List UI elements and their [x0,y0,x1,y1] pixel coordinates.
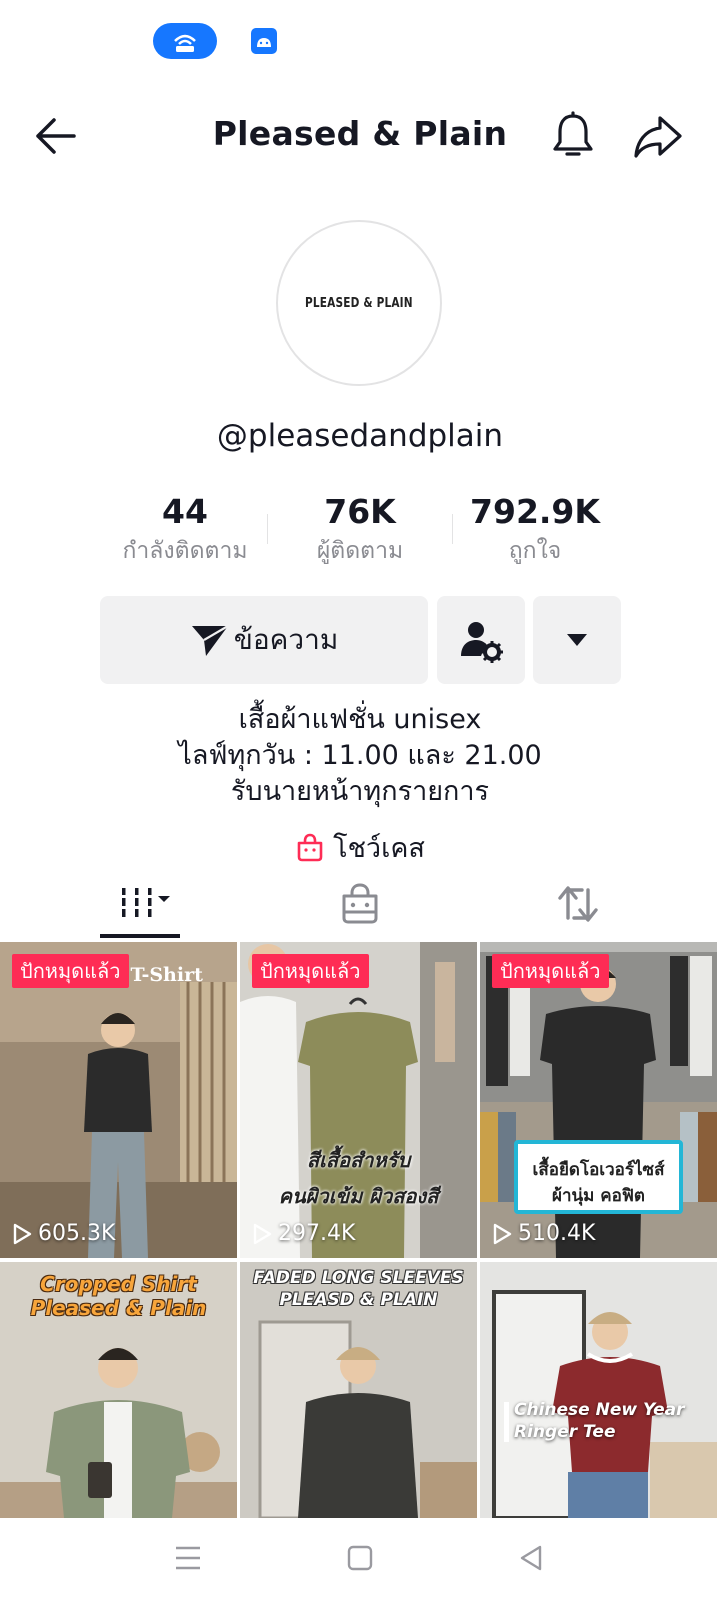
pinned-badge: ปักหมุดแล้ว [252,954,369,988]
username: @pleasedandplain [216,418,504,454]
share-arrow-icon [634,116,682,158]
view-count: 510.4K [492,1221,595,1246]
video-caption: Cropped Shirt [40,1272,197,1296]
video-thumbnail[interactable]: เสื้อยืดโอเวอร์ไซส์ ผ้านุ่ม คอฟิต ปักหมุ… [480,942,717,1258]
video-caption: Pleased & Plain [30,1296,207,1320]
pinned-badge: ปักหมุดแล้ว [492,954,609,988]
video-thumbnail[interactable]: Cropped Shirt Pleased & Plain [0,1262,237,1518]
tab-shop[interactable] [330,878,390,930]
hotspot-indicator-icon [153,23,217,59]
more-dropdown-button[interactable] [533,596,621,684]
view-count-value: 605.3K [38,1221,116,1246]
tab-videos[interactable] [110,878,180,930]
video-caption: Chinese New Year [514,1400,685,1420]
bio-line: ไลฟ์ทุกวัน : 11.00 และ 21.00 [178,740,542,771]
bio-line: เสื้อผ้าแฟชั่น unisex [238,704,482,735]
stat-divider [267,514,268,544]
message-button-label: ข้อความ [233,623,339,656]
tab-active-indicator [100,934,180,938]
play-icon [253,1223,272,1244]
video-caption: สีเสื้อสำหรับ [306,1148,411,1172]
stat-following[interactable]: 44 กำลังติดตาม [100,490,270,568]
video-caption: ผ้านุ่ม คอฟิต [552,1186,645,1206]
page-title: Pleased & Plain [212,114,508,153]
share-button[interactable] [632,112,684,160]
message-button[interactable]: ข้อความ [100,596,428,684]
avatar[interactable]: PLEASED & PLAIN [276,220,442,386]
video-thumbnail[interactable]: Cropped T-Shirt ปักหมุดแล้ว 605.3K [0,942,237,1258]
triangle-down-icon [567,634,587,646]
home-icon[interactable] [346,1544,374,1572]
system-nav-bar [0,1518,720,1604]
followers-count: 76K [324,492,396,531]
status-bar [0,0,720,84]
likes-label: ถูกใจ [508,538,562,564]
repost-icon [558,886,598,922]
likes-count: 792.9K [470,492,600,531]
tab-reposts[interactable] [548,878,608,930]
notification-button[interactable] [548,110,598,162]
send-icon [191,625,229,656]
play-icon [13,1223,32,1244]
pinned-badge: ปักหมุดแล้ว [12,954,129,988]
followers-label: ผู้ติดตาม [316,538,404,564]
caption-bar [504,1402,509,1442]
play-icon [493,1223,512,1244]
video-thumbnail[interactable]: สีเสื้อสำหรับ คนผิวเข้ม ผิวสองสี ปักหมุด… [240,942,477,1258]
grid-columns-icon [122,888,170,917]
top-bar: Pleased & Plain [0,100,720,172]
video-caption: PLEASD & PLAIN [279,1290,438,1310]
profile-tabs [0,868,720,940]
video-caption: เสื้อยืดโอเวอร์ไซส์ [532,1160,665,1180]
video-thumbnail[interactable]: FADED LONG SLEEVES PLEASD & PLAIN [240,1262,477,1518]
video-thumbnail[interactable]: Chinese New Year Ringer Tee [480,1262,717,1518]
video-thumbnail-image [480,1262,717,1518]
avatar-logo-text: PLEASED & PLAIN [305,295,413,311]
bio-line: รับนายหน้าทุกรายการ [230,776,490,807]
android-icon [251,28,277,54]
back-triangle-icon[interactable] [518,1544,546,1572]
showcase-link[interactable]: โชว์เคส [0,826,720,869]
menu-icon[interactable] [174,1544,202,1572]
stat-followers[interactable]: 76K ผู้ติดตาม [275,490,445,568]
bell-icon [553,111,593,156]
video-caption: คนผิวเข้ม ผิวสองสี [278,1184,439,1208]
video-caption: FADED LONG SLEEVES [253,1268,464,1288]
view-count-value: 297.4K [278,1221,356,1246]
video-thumbnail-image [0,942,237,1258]
following-label: กำลังติดตาม [122,538,248,564]
add-friend-settings-button[interactable] [437,596,525,684]
view-count-value: 510.4K [518,1221,596,1246]
user-gear-icon [461,622,503,663]
view-count: 605.3K [12,1221,115,1246]
video-thumbnail-image [480,942,717,1258]
shop-bag-icon [342,883,378,924]
video-caption: Ringer Tee [514,1422,616,1442]
video-grid: Cropped T-Shirt ปักหมุดแล้ว 605.3K สีเสื… [0,942,720,1518]
shopping-bag-icon [297,833,323,861]
following-count: 44 [162,492,208,531]
view-count: 297.4K [252,1221,355,1246]
stats-row: 44 กำลังติดตาม 76K ผู้ติดตาม 792.9K ถูกใ… [100,490,620,570]
showcase-label: โชว์เคส [333,833,425,864]
stat-likes[interactable]: 792.9K ถูกใจ [450,490,620,568]
profile-bio: เสื้อผ้าแฟชั่น unisex ไลฟ์ทุกวัน : 11.00… [0,702,720,810]
